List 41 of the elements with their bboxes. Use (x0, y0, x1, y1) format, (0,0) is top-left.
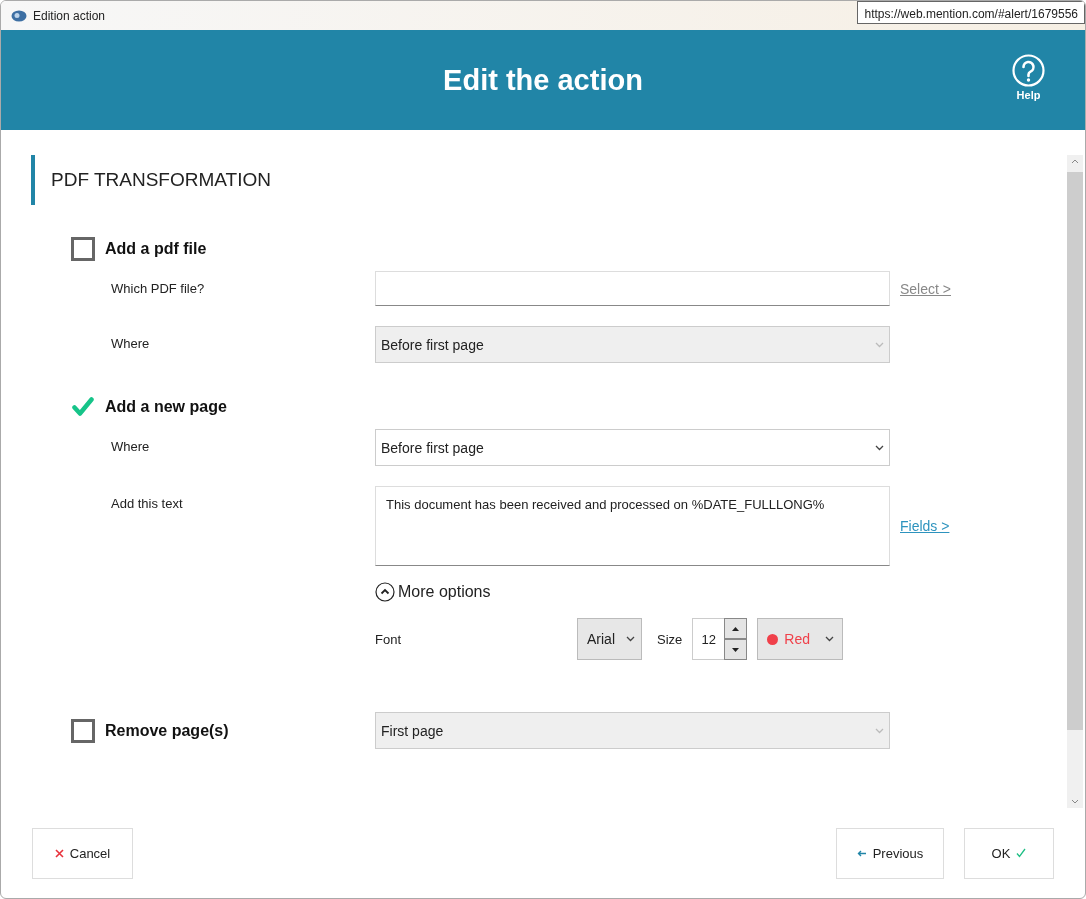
chevron-down-icon (626, 636, 635, 642)
page-title: Edit the action (443, 63, 643, 97)
scrollbar[interactable] (1067, 155, 1083, 808)
checkbox[interactable] (71, 237, 95, 261)
triangle-up-icon[interactable] (732, 626, 740, 631)
close-icon (54, 848, 64, 858)
field-label: Which PDF file? (111, 280, 206, 296)
field-label: Add this text (111, 495, 184, 511)
chevron-up-icon (375, 582, 395, 602)
scroll-up-icon[interactable] (1071, 158, 1079, 164)
field-label: Where (111, 438, 151, 454)
input-field[interactable] (375, 271, 890, 306)
help-icon (1012, 54, 1045, 87)
fields-link[interactable]: Fields > (900, 518, 1067, 534)
window-title: Edition action (33, 8, 106, 23)
arrow-left-icon (856, 849, 867, 857)
help-button[interactable]: Help (1012, 54, 1045, 101)
option-label: Add a new page (105, 398, 227, 416)
app-icon (11, 9, 27, 22)
cancel-button[interactable]: Cancel (32, 827, 133, 879)
text-area[interactable]: This document has been received and processed on %DATE_FULLLONG% (375, 486, 890, 566)
option-label: Remove page(s) (105, 721, 229, 740)
font-dropdown[interactable]: Arial (577, 618, 642, 660)
scroll-down-icon[interactable] (1071, 799, 1079, 805)
checkbox[interactable] (71, 718, 95, 743)
chevron-down-icon (825, 636, 835, 642)
checkbox[interactable] (71, 395, 95, 419)
chevron-down-icon (875, 341, 884, 348)
dropdown[interactable]: Before first page (375, 429, 890, 466)
field-label: Font (375, 631, 402, 647)
checkmark-icon (1016, 848, 1027, 858)
chevron-down-icon (875, 444, 884, 451)
chevron-down-icon (875, 727, 884, 734)
previous-button[interactable]: Previous (836, 827, 944, 879)
triangle-down-icon[interactable] (732, 647, 740, 652)
field-label: Where (111, 335, 151, 351)
ok-button[interactable]: OK (964, 827, 1054, 879)
url-tooltip: https://web.mention.com/#alert/1679556 (856, 1, 1085, 24)
field-label: Size (657, 631, 683, 647)
more-options-toggle[interactable]: More options (375, 582, 491, 602)
option-label: Add a pdf file (105, 240, 207, 258)
